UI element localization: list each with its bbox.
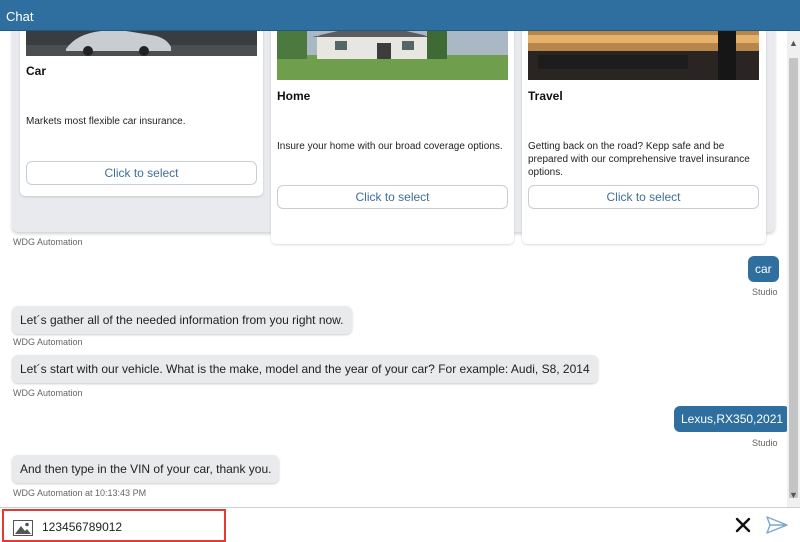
bot-message: And then type in the VIN of your car, th… xyxy=(12,455,280,483)
scroll-thumb[interactable] xyxy=(789,58,798,498)
message-input[interactable]: 123456789012 xyxy=(2,509,226,542)
send-icon[interactable] xyxy=(766,516,788,534)
sender-caption: WDG Automation xyxy=(13,337,83,347)
card-carousel: Car Markets most flexible car insurance.… xyxy=(12,31,775,244)
card-home: Home Insure your home with our broad cov… xyxy=(271,31,514,244)
bot-message: Let´s start with our vehicle. What is th… xyxy=(12,355,598,383)
message-input-value[interactable]: 123456789012 xyxy=(42,520,122,534)
select-car-button[interactable]: Click to select xyxy=(26,161,257,185)
scroll-up-icon[interactable]: ▲ xyxy=(787,35,800,51)
sender-caption: WDG Automation at 10:13:43 PM xyxy=(13,488,147,498)
card-description: Getting back on the road? Kepp safe and … xyxy=(528,141,750,178)
card-title: Travel xyxy=(528,89,563,103)
chat-transcript[interactable]: Car Markets most flexible car insurance.… xyxy=(0,31,787,507)
card-description: Markets most flexible car insurance. xyxy=(26,116,186,127)
select-travel-button[interactable]: Click to select xyxy=(528,185,759,209)
bot-message: Let´s gather all of the needed informati… xyxy=(12,306,352,334)
close-icon[interactable] xyxy=(734,516,752,534)
card-title: Car xyxy=(26,64,47,78)
sender-caption: WDG Automation xyxy=(13,237,83,247)
image-icon[interactable] xyxy=(13,520,33,536)
house-image xyxy=(277,31,508,80)
select-home-button[interactable]: Click to select xyxy=(277,185,508,209)
card-travel: Travel Getting back on the road? Kepp sa… xyxy=(522,31,766,244)
vertical-scrollbar[interactable]: ▲ ▼ xyxy=(787,31,800,507)
sender-caption: Studio xyxy=(752,287,778,297)
card-description: Insure your home with our broad coverage… xyxy=(277,141,503,152)
sender-caption: WDG Automation xyxy=(13,388,83,398)
sender-caption: Studio xyxy=(752,438,778,448)
card-title: Home xyxy=(277,89,311,103)
window-title: Chat xyxy=(0,0,800,31)
scroll-down-icon[interactable]: ▼ xyxy=(787,487,800,503)
message-composer: 123456789012 xyxy=(0,507,800,542)
card-car: Car Markets most flexible car insurance.… xyxy=(20,31,263,196)
user-message: Lexus,RX350,2021 xyxy=(674,406,787,432)
car-image xyxy=(26,31,257,56)
user-message: car xyxy=(748,256,779,282)
travel-image xyxy=(528,31,759,80)
